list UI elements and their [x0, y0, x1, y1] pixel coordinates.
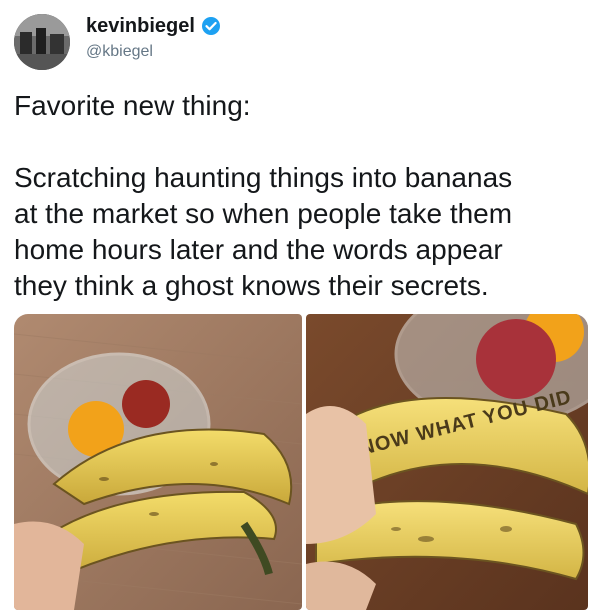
tweet-line-1: Favorite new thing:: [14, 90, 251, 121]
display-name[interactable]: kevinbiegel: [86, 14, 195, 38]
verified-badge-icon: [201, 16, 221, 36]
photo-right[interactable]: I KNOW WHAT YOU DID: [306, 314, 588, 610]
tweet-paragraph-2: Scratching haunting things into bananas …: [14, 162, 513, 301]
avatar[interactable]: [14, 14, 70, 70]
avatar-image: [14, 14, 70, 70]
photo-left[interactable]: [14, 314, 302, 610]
banana-bowl-photo: [14, 314, 302, 610]
author-handle[interactable]: @kbiegel: [86, 42, 153, 62]
scratched-banana-photo: I KNOW WHAT YOU DID: [306, 314, 588, 610]
author-name-row: kevinbiegel: [86, 14, 221, 38]
tweet-text: Favorite new thing: Scratching haunting …: [14, 88, 589, 304]
